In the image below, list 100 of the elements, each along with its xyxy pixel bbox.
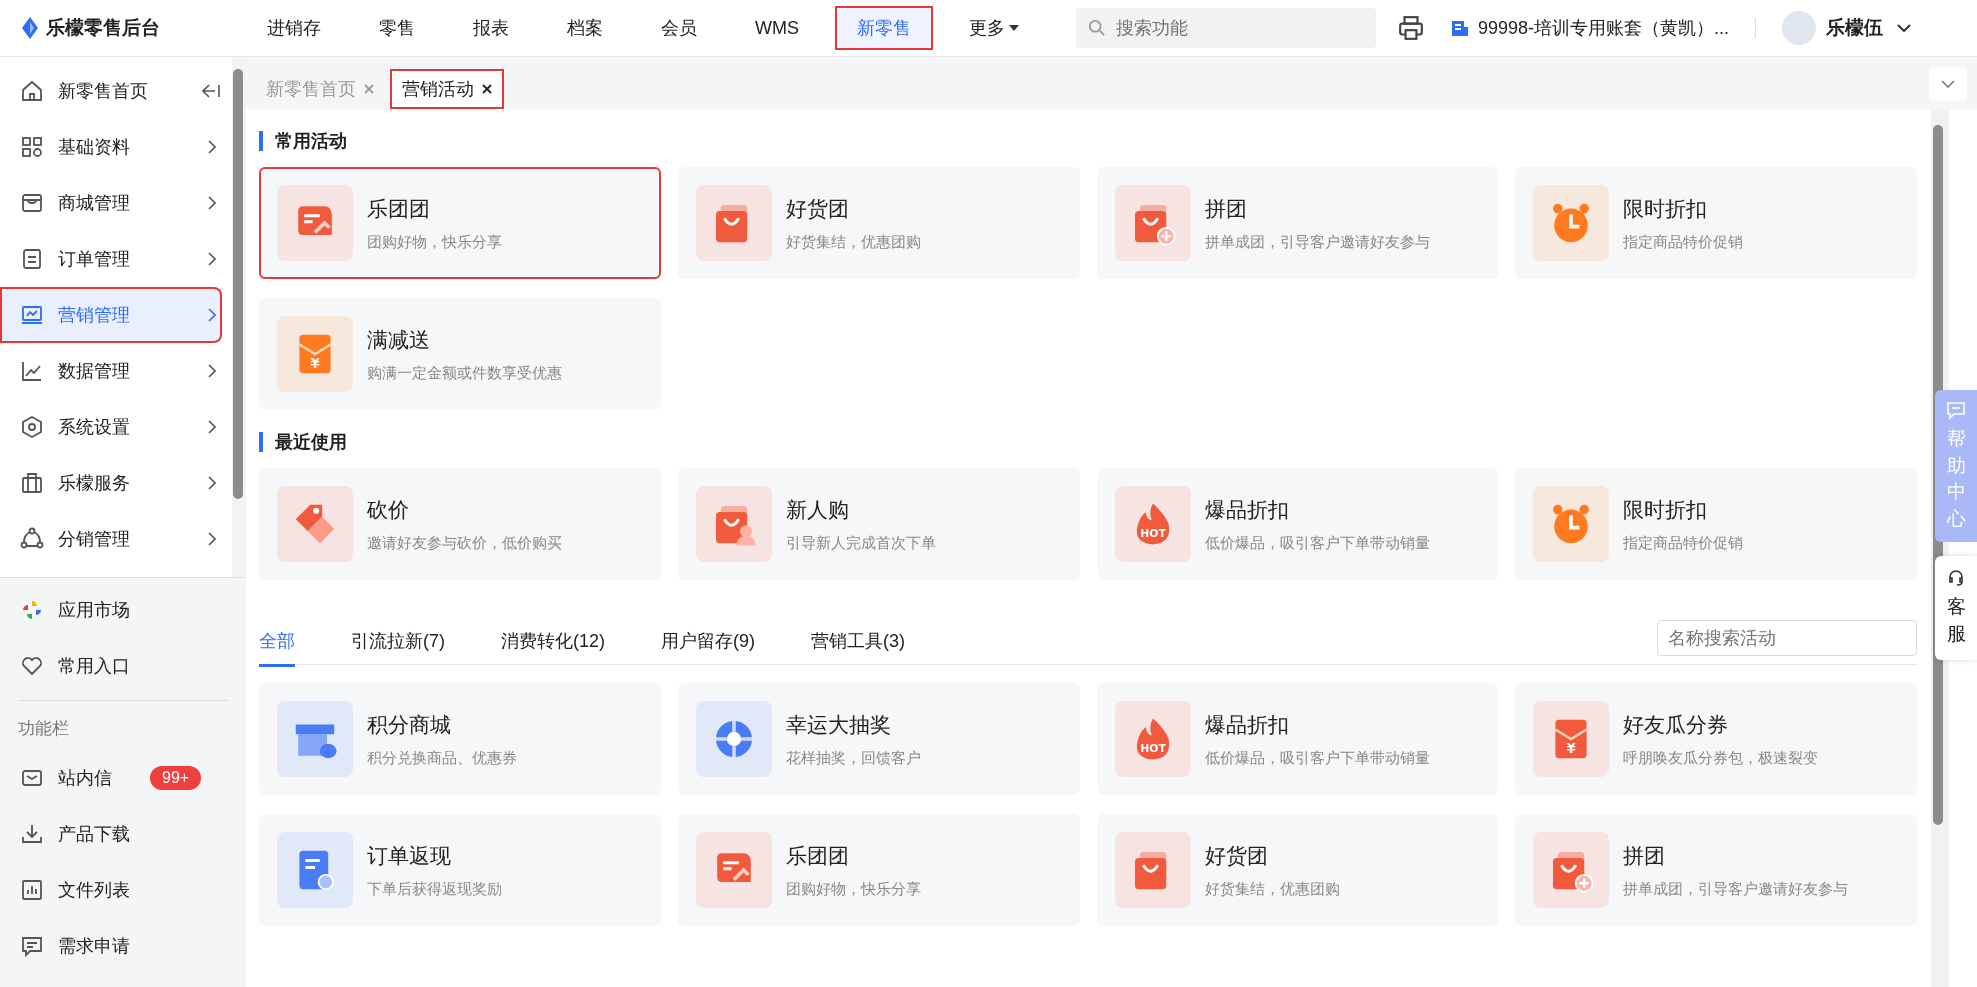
nav-tab[interactable]: 新零售 [835,6,933,50]
activity-description: 积分兑换商品、优惠券 [367,748,517,768]
activity-card[interactable]: 限时折扣 指定商品特价促销 [1515,167,1917,279]
chevron-right-icon [208,420,216,434]
sidebar-item[interactable]: 乐檬服务 [0,455,222,511]
flame-icon: HOT [1114,486,1191,562]
filter-tab[interactable]: 全部 [259,618,295,667]
activity-title: 拼团 [1204,195,1248,222]
page-tab[interactable]: 营销活动 [390,69,504,109]
activity-title: 满减送 [367,326,431,353]
tab-menu-button[interactable] [1929,67,1967,101]
grid-icon [20,135,44,159]
sidebar-item[interactable]: 新零售首页 [0,63,222,119]
activity-description: 花样抽奖，回馈客户 [785,748,921,768]
sidebar-item[interactable]: 产品下载 [0,806,246,862]
activity-description: 指定商品特价促销 [1623,533,1744,553]
sidebar-item[interactable]: 基础资料 [0,119,222,175]
activity-title: 订单返现 [367,842,452,869]
activity-card[interactable]: 乐团团 团购好物，快乐分享 [677,814,1080,926]
monitor-icon [20,303,44,327]
filter-tab[interactable]: 引流拉新(7) [351,618,445,667]
sidebar-item[interactable]: 常用入口 [0,638,246,694]
caret-icon [1009,25,1019,31]
more-menu[interactable]: 更多 [947,6,1041,50]
sidebar-item[interactable]: 营销管理 [0,287,222,343]
share-icon [20,527,44,551]
activity-title: 乐团团 [367,195,431,222]
chevron-right-icon [208,364,216,378]
section-title: 常用活动 [259,131,1917,151]
nav-tab[interactable]: 会员 [639,6,719,50]
activity-description: 团购好物，快乐分享 [785,879,921,899]
section-heading: 功能栏 [17,718,70,740]
sidebar-item[interactable]: 应用市场 [0,582,246,638]
search-field[interactable]: 名称搜索活动 [1657,620,1917,656]
sidebar-item[interactable]: 站内信 99+ [0,750,246,806]
close-icon[interactable] [482,84,492,94]
pinwheel-icon [20,598,44,622]
filter-tab[interactable]: 用户留存(9) [661,618,755,667]
headset-icon [1946,568,1966,589]
activity-description: 引导新人完成首次下单 [785,533,936,553]
search-field[interactable]: 搜索功能 [1076,8,1376,48]
activity-card[interactable]: 拼团 拼单成团，引导客户邀请好友参与 [1515,814,1917,926]
sidebar-item[interactable]: 需求申请 [0,918,246,974]
money-envelope-icon: ¥ [277,316,353,392]
activity-card[interactable]: 新人购 引导新人完成首次下单 [677,468,1080,580]
activity-title: 新人购 [785,496,850,523]
sidebar-item[interactable]: 商城管理 [0,175,222,231]
flame-icon: HOT [1114,701,1191,777]
collapse-icon[interactable] [202,84,220,98]
filter-tab[interactable]: 营销工具(3) [811,618,905,667]
briefcase-icon [20,471,44,495]
activity-title: 爆品折扣 [1204,711,1290,738]
user-name[interactable]: 乐檬伍 [1826,15,1884,41]
activity-title: 限时折扣 [1623,496,1709,523]
activity-card[interactable]: 积分商城 积分兑换商品、优惠券 [259,683,661,795]
activity-card[interactable]: ¥ 好友瓜分券 呼朋唤友瓜分券包，极速裂变 [1515,683,1917,795]
activity-title: 限时折扣 [1623,195,1709,222]
sidebar-item[interactable]: 分销管理 [0,511,222,567]
activity-description: 下单后获得返现奖励 [367,879,502,899]
bar-chart-icon [20,878,44,902]
sidebar-item[interactable]: 文件列表 [0,862,246,918]
activity-description: 好货集结，优惠团购 [785,232,921,252]
printer-icon[interactable] [1398,15,1424,41]
nav-tab[interactable]: 零售 [357,6,437,50]
building-icon [1450,18,1470,38]
activity-title: 幸运大抽奖 [785,711,892,738]
activity-card[interactable]: 拼团 拼单成团，引导客户邀请好友参与 [1096,167,1499,279]
activity-title: 乐团团 [785,842,850,869]
activity-title: 好友瓜分券 [1623,711,1730,738]
activity-description: 指定商品特价促销 [1623,232,1744,252]
activity-description: 拼单成团，引导客户邀请好友参与 [1204,232,1430,252]
activity-card[interactable]: 砍价 邀请好友参与砍价，低价购买 [259,468,661,580]
filter-tab[interactable]: 消费转化(12) [501,618,605,667]
activity-card[interactable]: 订单返现 下单后获得返现奖励 [259,814,661,926]
activity-card[interactable]: ¥ 满减送 购满一定金额或件数享受优惠 [259,298,661,410]
nav-tab[interactable]: 进销存 [245,6,343,50]
activity-card[interactable]: HOT 爆品折扣 低价爆品，吸引客户下单带动销量 [1096,683,1499,795]
activity-card[interactable]: 限时折扣 指定商品特价促销 [1515,468,1917,580]
account-name[interactable]: 99998-培训专用账套（黄凯）... [1478,16,1730,40]
customer-service-button[interactable]: 客服 [1935,556,1977,660]
sidebar-item[interactable]: 订单管理 [0,231,222,287]
activity-card[interactable]: 乐团团 团购好物，快乐分享 [259,167,661,279]
activity-card[interactable]: 幸运大抽奖 花样抽奖，回馈客户 [677,683,1080,795]
app-title: 乐檬零售后台 [46,16,160,40]
nav-tab[interactable]: 档案 [545,6,625,50]
nav-tab[interactable]: 报表 [451,6,531,50]
activity-description: 低价爆品，吸引客户下单带动销量 [1204,533,1430,553]
nav-tab[interactable]: WMS [733,7,821,49]
activity-title: 好货团 [785,195,850,222]
chevron-down-icon[interactable] [1897,24,1912,32]
scrollbar[interactable] [232,57,246,577]
sidebar-item[interactable]: 系统设置 [0,399,222,455]
settings-icon [20,415,44,439]
activity-card[interactable]: 好货团 好货集结，优惠团购 [1096,814,1499,926]
chevron-right-icon [208,476,216,490]
activity-card[interactable]: 好货团 好货集结，优惠团购 [677,167,1080,279]
store-icon [20,191,44,215]
activity-card[interactable]: HOT 爆品折扣 低价爆品，吸引客户下单带动销量 [1096,468,1499,580]
list-icon [20,247,44,271]
sidebar-item[interactable]: 数据管理 [0,343,222,399]
